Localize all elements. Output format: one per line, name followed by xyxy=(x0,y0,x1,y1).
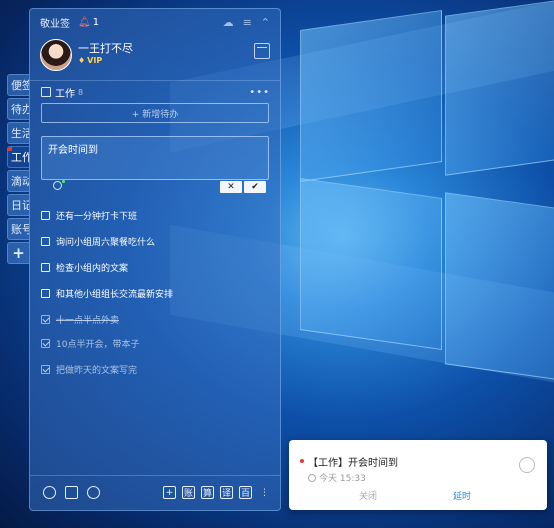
todo-text: 和其他小组组长交流最新安排 xyxy=(56,289,174,300)
user-profile: 一王打不尽 ♦ VIP xyxy=(40,39,270,77)
todo-text: 询问小组周六聚餐吃什么 xyxy=(56,237,156,248)
todo-item-done[interactable]: 10点半开会，带本子 xyxy=(41,336,139,350)
translate-icon[interactable]: 译 xyxy=(220,486,233,499)
checkbox-checked[interactable] xyxy=(41,338,50,348)
todo-item-done[interactable]: 十一点半点外卖 xyxy=(41,312,119,326)
tab-diary[interactable]: 日记 xyxy=(7,194,29,216)
add-todo-button[interactable]: + 新增待办 xyxy=(41,103,269,123)
more-options-icon[interactable]: ••• xyxy=(249,87,270,98)
windows-logo-pane xyxy=(445,0,554,176)
accounting-icon[interactable]: 账 xyxy=(182,486,195,499)
divider xyxy=(30,80,280,81)
windows-logo-pane xyxy=(300,10,442,182)
todo-editor[interactable]: 开会时间到 xyxy=(41,136,269,180)
checkbox[interactable] xyxy=(41,262,50,272)
app-title: 敬业签 xyxy=(40,18,70,30)
todo-text: 十一点半点外卖 xyxy=(56,315,120,326)
checkbox-icon xyxy=(41,87,51,97)
tab-label: 日记 xyxy=(11,199,29,212)
group-count: 8 xyxy=(78,87,84,97)
group-name: 工作 xyxy=(55,88,75,100)
todo-item[interactable]: 和其他小组组长交流最新安排 xyxy=(41,286,173,300)
bell-icon[interactable]: 🔔︎ xyxy=(78,17,91,28)
tab-label: 滴动 xyxy=(11,175,29,188)
editor-toolbar: ✕ ✔ xyxy=(41,180,269,194)
calendar-icon[interactable] xyxy=(254,43,270,59)
title-bar: 敬业签 🔔︎ 1 ☁ ≡ ⌃ xyxy=(40,14,270,30)
tab-label: 生活 xyxy=(11,127,29,140)
notification-title: 【工作】开会时间到 xyxy=(308,458,398,469)
todo-item[interactable]: 检查小组内的文案 xyxy=(41,260,128,274)
vip-label: VIP xyxy=(87,56,103,65)
tab-work[interactable]: 工作 xyxy=(7,146,29,168)
todo-text: 10点半开会，带本子 xyxy=(56,339,140,350)
tab-account[interactable]: 账号 xyxy=(7,218,29,240)
diamond-icon: ♦ xyxy=(78,56,86,65)
username: 一王打不尽 xyxy=(78,42,133,55)
checkbox-checked[interactable] xyxy=(41,364,50,374)
notification-count: 1 xyxy=(92,16,100,28)
add-category-button[interactable]: + xyxy=(7,242,29,264)
vip-badge: ♦ VIP xyxy=(78,56,102,65)
todo-item-done[interactable]: 把做昨天的文案写完 xyxy=(41,362,137,376)
reminder-clock-icon[interactable] xyxy=(53,181,62,190)
encyclopedia-icon[interactable]: 百 xyxy=(239,486,252,499)
todo-item[interactable]: 询问小组周六聚餐吃什么 xyxy=(41,234,155,248)
windows-logo-pane xyxy=(300,178,442,350)
tab-activity[interactable]: 滴动 xyxy=(7,170,29,192)
calendar-check-icon[interactable] xyxy=(65,486,78,499)
avatar[interactable] xyxy=(40,39,72,71)
tab-label: 便签 xyxy=(11,79,29,92)
bottom-toolbar: + 账 算 译 百 ⋮ xyxy=(40,486,270,502)
cancel-button[interactable]: ✕ xyxy=(220,181,242,193)
checkbox[interactable] xyxy=(41,288,50,298)
todo-item[interactable]: 还有一分钟打卡下班 xyxy=(41,208,137,222)
divider xyxy=(30,475,280,476)
menu-icon[interactable]: ≡ xyxy=(243,16,252,29)
tab-label: 工作 xyxy=(11,151,29,164)
tab-label: 待办 xyxy=(11,103,29,116)
unread-dot xyxy=(300,459,304,463)
tab-notes[interactable]: 便签 xyxy=(7,74,29,96)
snooze-button[interactable]: 延时 xyxy=(453,489,471,502)
complete-radio[interactable] xyxy=(519,457,535,473)
reminder-notification: 【工作】开会时间到 今天 15:33 关闭 延时 xyxy=(289,440,547,510)
reminder-set-indicator xyxy=(62,180,65,183)
close-button[interactable]: 关闭 xyxy=(359,489,377,502)
tab-todo[interactable]: 待办 xyxy=(7,98,29,120)
group-header: 工作 8 ••• xyxy=(41,85,270,100)
clock-icon[interactable] xyxy=(43,486,56,499)
search-icon[interactable] xyxy=(87,486,100,499)
cloud-sync-icon[interactable]: ☁ xyxy=(223,16,234,29)
todo-text: 检查小组内的文案 xyxy=(56,263,129,274)
notification-time: 今天 15:33 xyxy=(308,471,366,484)
more-vertical-icon[interactable]: ⋮ xyxy=(258,486,271,499)
windows-logo-pane xyxy=(445,192,554,380)
checkbox[interactable] xyxy=(41,210,50,220)
checkbox[interactable] xyxy=(41,236,50,246)
todo-text: 还有一分钟打卡下班 xyxy=(56,211,138,222)
checkbox-checked[interactable] xyxy=(41,314,50,324)
confirm-button[interactable]: ✔ xyxy=(244,181,266,193)
clock-icon xyxy=(308,473,316,482)
calculator-icon[interactable]: 算 xyxy=(201,486,214,499)
plus-icon: + xyxy=(12,244,25,262)
tab-label: 账号 xyxy=(11,223,29,236)
todo-text: 把做昨天的文案写完 xyxy=(56,365,138,376)
category-tabs: 便签 待办 生活 工作 滴动 日记 账号 + xyxy=(7,74,31,266)
tab-life[interactable]: 生活 xyxy=(7,122,29,144)
time-text: 今天 15:33 xyxy=(319,474,366,484)
memo-panel: 敬业签 🔔︎ 1 ☁ ≡ ⌃ 一王打不尽 ♦ VIP 工作 8 ••• + 新增待… xyxy=(29,8,281,511)
collapse-icon[interactable]: ⌃ xyxy=(261,16,270,29)
add-icon[interactable]: + xyxy=(163,486,176,499)
